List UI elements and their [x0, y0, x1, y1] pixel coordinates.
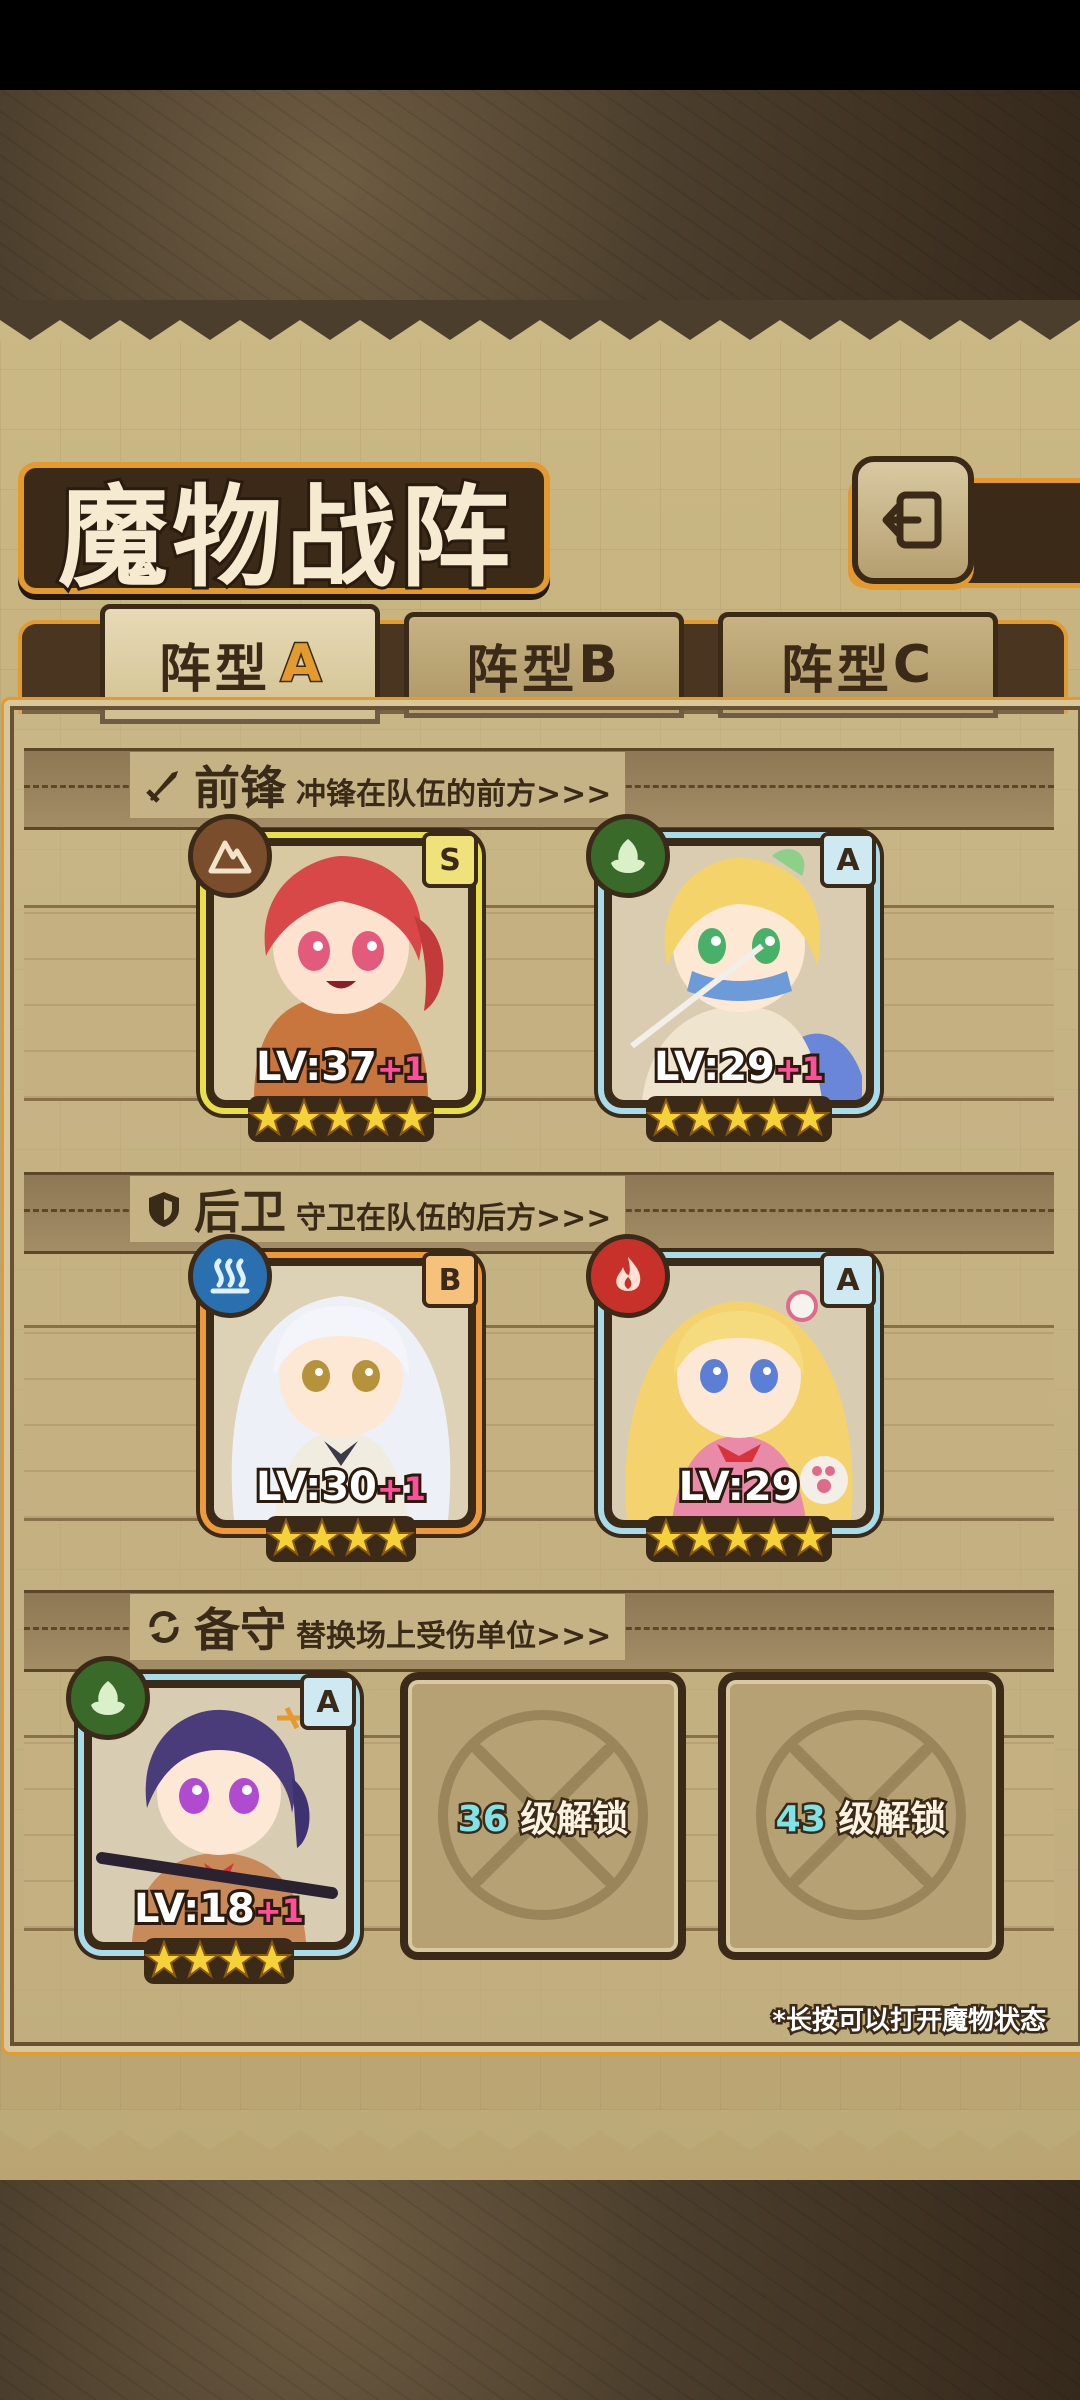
level-prefix: LV: — [131, 1883, 202, 1935]
level-label: LV:18+1 — [84, 1883, 354, 1935]
stars-4 — [264, 1517, 416, 1557]
torn-edge-bottom — [0, 2110, 1080, 2150]
unlock-label: 级解锁 — [836, 1797, 949, 1843]
star-rating — [264, 1516, 416, 1562]
rank-badge: B — [422, 1252, 478, 1308]
tab-suffix: C — [892, 635, 936, 695]
unlock-level: 36 — [455, 1797, 510, 1843]
stars-4 — [142, 1939, 294, 1979]
shield-icon — [149, 1192, 179, 1227]
section-title: 备守 — [194, 1603, 286, 1657]
locked-slot-2[interactable]: 43 级解锁 — [718, 1672, 1004, 1960]
level-bonus: +1 — [772, 1047, 827, 1091]
back-button[interactable] — [852, 456, 974, 584]
rank-badge: S — [422, 832, 478, 888]
level-prefix: LV: — [651, 1041, 722, 1093]
level-value: 18 — [196, 1883, 258, 1935]
tab-label: 阵型 — [780, 640, 893, 701]
water-element-icon — [188, 1234, 272, 1318]
tab-label: 阵型 — [158, 639, 271, 700]
rank-badge: A — [820, 832, 876, 888]
return-arrow-icon — [882, 491, 942, 549]
unlock-label: 级解锁 — [518, 1797, 631, 1843]
level-value: 29 — [716, 1041, 778, 1093]
level-bonus: +1 — [374, 1047, 429, 1091]
unlock-requirement: 43 级解锁 — [726, 1790, 996, 1843]
monster-card-reserve-1[interactable]: A LV:18+1 — [66, 1656, 356, 1984]
level-prefix: LV: — [676, 1461, 747, 1513]
level-value: 37 — [318, 1041, 380, 1093]
footer-hint: *长按可以打开魔物状态 — [770, 2004, 1049, 2039]
swap-icon — [149, 1611, 179, 1643]
stars-5 — [644, 1517, 832, 1557]
level-label: LV:29 — [604, 1461, 874, 1513]
wind-element-icon — [66, 1656, 150, 1740]
rank-badge: A — [820, 1252, 876, 1308]
row-strip — [24, 1325, 1054, 1521]
section-desc: 替换场上受伤单位>>> — [296, 1619, 612, 1654]
status-bar — [0, 0, 1080, 90]
level-prefix: LV: — [253, 1461, 324, 1513]
fire-element-icon — [586, 1234, 670, 1318]
star-rating — [142, 1938, 294, 1984]
monster-card-rear-2[interactable]: A LV:29 — [586, 1234, 876, 1562]
page-title: 魔物战阵 — [55, 470, 514, 605]
section-title: 前锋 — [194, 761, 286, 815]
level-label: LV:37+1 — [206, 1041, 476, 1093]
section-header-reserve: 备守 替换场上受伤单位>>> — [130, 1594, 626, 1660]
unlock-level: 43 — [773, 1797, 828, 1843]
map-background-bottom — [0, 2180, 1080, 2400]
section-desc: 冲锋在队伍的前方>>> — [296, 777, 612, 812]
level-prefix: LV: — [253, 1041, 324, 1093]
monster-card-rear-1[interactable]: B LV:30+1 — [188, 1234, 478, 1562]
row-strip — [24, 905, 1054, 1101]
level-bonus: +1 — [252, 1889, 307, 1933]
section-desc: 守卫在队伍的后方>>> — [296, 1201, 612, 1236]
level-value: 29 — [741, 1461, 803, 1513]
unlock-requirement: 36 级解锁 — [408, 1790, 678, 1843]
tab-label: 阵型 — [466, 640, 579, 701]
monster-card-front-1[interactable]: S LV:37+1 — [188, 814, 478, 1142]
map-background-top — [0, 90, 1080, 310]
tab-suffix: A — [279, 633, 322, 696]
torn-edge-top — [0, 300, 1080, 340]
earth-element-icon — [188, 814, 272, 898]
star-rating — [246, 1096, 434, 1142]
star-rating — [644, 1516, 832, 1562]
section-header-rear: 后卫 守卫在队伍的后方>>> — [130, 1176, 626, 1242]
tab-suffix: B — [578, 635, 622, 695]
locked-slot-1[interactable]: 36 级解锁 — [400, 1672, 686, 1960]
star-rating — [644, 1096, 832, 1142]
section-title: 后卫 — [194, 1185, 286, 1239]
monster-card-front-2[interactable]: A LV:29+1 — [586, 814, 876, 1142]
stars-5 — [246, 1097, 434, 1137]
level-label: LV:29+1 — [604, 1041, 874, 1093]
level-value: 30 — [318, 1461, 380, 1513]
rank-badge: A — [300, 1674, 356, 1730]
sword-icon — [146, 771, 178, 803]
level-label: LV:30+1 — [206, 1461, 476, 1513]
wind-element-icon — [586, 814, 670, 898]
level-bonus: +1 — [374, 1467, 429, 1511]
stars-5 — [644, 1097, 832, 1137]
section-header-front: 前锋 冲锋在队伍的前方>>> — [130, 752, 626, 818]
